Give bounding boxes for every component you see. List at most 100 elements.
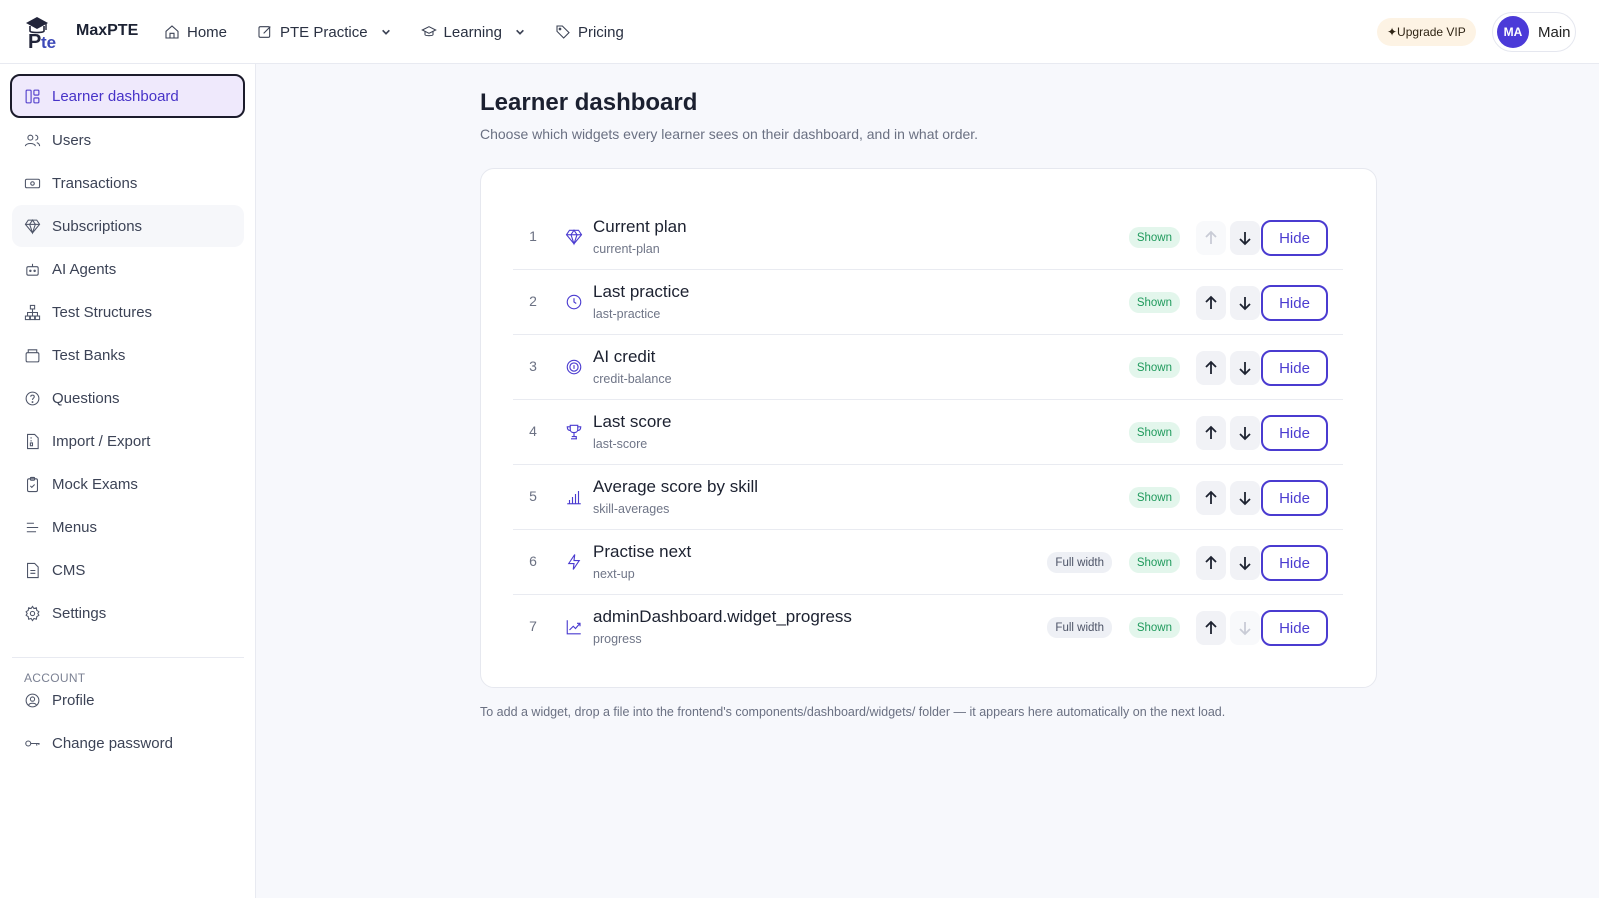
sidebar-item-users[interactable]: Users — [12, 119, 244, 161]
avatar: MA — [1497, 16, 1529, 48]
sidebar-item-label: Import / Export — [52, 432, 151, 450]
arrow-down-icon — [1239, 297, 1251, 311]
move-down-button[interactable] — [1230, 416, 1260, 450]
trophy-icon — [565, 423, 583, 441]
hide-button[interactable]: Hide — [1261, 285, 1328, 321]
gem-icon — [24, 218, 41, 235]
clipboard-icon — [27, 476, 38, 492]
maxpte-logo[interactable]: P te — [24, 14, 70, 50]
sidebar-item-questions[interactable]: Questions — [12, 377, 244, 419]
arrow-up-icon — [1205, 620, 1217, 634]
hide-button[interactable]: Hide — [1261, 480, 1328, 516]
nav-home-label: Home — [187, 23, 228, 41]
sidebar-item-mock-exams[interactable]: Mock Exams — [12, 463, 244, 505]
tag-icon — [556, 25, 570, 39]
file-archive-icon — [27, 433, 39, 449]
widget-row: 4 Last score last-score Shown Hide — [513, 400, 1343, 465]
widget-key: last-score — [593, 437, 648, 451]
key-icon — [25, 739, 40, 747]
trending-up-icon — [565, 618, 583, 636]
move-up-button[interactable] — [1196, 546, 1226, 580]
widget-title: AI credit — [593, 347, 656, 366]
hide-button[interactable]: Hide — [1261, 610, 1328, 646]
move-down-button[interactable] — [1230, 286, 1260, 320]
move-up-button[interactable] — [1196, 351, 1226, 385]
move-down-button[interactable] — [1230, 221, 1260, 255]
sidebar-item-label: Learner dashboard — [52, 87, 179, 105]
arrow-up-icon — [1205, 360, 1217, 374]
sidebar-item-learner-dashboard[interactable]: Learner dashboard — [10, 74, 245, 118]
move-down-button[interactable] — [1230, 481, 1260, 515]
sidebar-item-label: Users — [52, 131, 92, 149]
widget-row: 7 adminDashboard.widget_progress progres… — [513, 595, 1343, 660]
hide-button[interactable]: Hide — [1261, 350, 1328, 386]
sidebar-item-transactions[interactable]: Transactions — [12, 162, 244, 204]
nav-learning[interactable]: Learning — [420, 23, 525, 41]
nav-pricing-label: Pricing — [577, 23, 624, 41]
move-down-button[interactable] — [1230, 351, 1260, 385]
nav-home[interactable]: Home — [164, 24, 227, 41]
nav-pte-practice[interactable]: PTE Practice — [257, 24, 391, 41]
menu-icon — [26, 522, 39, 532]
move-up-button[interactable] — [1196, 416, 1226, 450]
sidebar-item-label: Mock Exams — [52, 475, 138, 493]
sidebar-item-test-structures[interactable]: Test Structures — [12, 291, 244, 333]
sidebar-item-settings[interactable]: Settings — [12, 592, 244, 634]
full-width-badge: Full width — [1047, 552, 1112, 573]
sidebar-item-label: Test Structures — [52, 303, 153, 321]
edit-icon — [258, 26, 271, 38]
page-subtitle: Choose which widgets every learner sees … — [480, 126, 979, 142]
sidebar-item-change-password[interactable]: Change password — [12, 722, 244, 764]
move-down-button[interactable] — [1230, 546, 1260, 580]
sidebar-item-label: Change password — [52, 734, 173, 752]
widget-order-number: 4 — [529, 423, 537, 439]
bar-chart-icon — [565, 488, 583, 506]
sidebar-item-subscriptions[interactable]: Subscriptions — [12, 205, 244, 247]
nav-pricing[interactable]: Pricing — [555, 24, 624, 41]
move-up-button[interactable] — [1196, 611, 1226, 645]
sidebar-item-menus[interactable]: Menus — [12, 506, 244, 548]
widget-order-number: 3 — [529, 358, 537, 374]
user-menu[interactable]: MA Main — [1492, 12, 1576, 52]
widget-order-number: 1 — [529, 228, 537, 244]
move-up-button[interactable] — [1196, 286, 1226, 320]
hide-button[interactable]: Hide — [1261, 415, 1328, 451]
arrow-up-icon — [1205, 555, 1217, 569]
sidebar-item-import-export[interactable]: Import / Export — [12, 420, 244, 462]
widget-title: Current plan — [593, 217, 687, 236]
sidebar-item-label: CMS — [52, 561, 86, 579]
upgrade-vip-button[interactable]: ✦Upgrade VIP — [1377, 18, 1476, 46]
widget-order-number: 2 — [529, 293, 537, 309]
arrow-down-icon — [1239, 362, 1251, 376]
svg-text:te: te — [41, 33, 56, 50]
arrow-down-icon — [1239, 492, 1251, 506]
sidebar-item-test-banks[interactable]: Test Banks — [12, 334, 244, 376]
status-badge: Shown — [1128, 617, 1180, 638]
widget-title: Practise next — [593, 542, 692, 561]
status-badge: Shown — [1128, 357, 1180, 378]
widget-order-number: 6 — [529, 553, 537, 569]
hide-button[interactable]: Hide — [1261, 220, 1328, 256]
sidebar-item-profile[interactable]: Profile — [12, 679, 244, 721]
graduation-cap-icon — [420, 26, 437, 37]
move-up-button[interactable] — [1196, 221, 1226, 255]
nav-learning-label: Learning — [443, 23, 502, 41]
file-text-icon — [27, 562, 39, 578]
chevron-down-icon — [381, 29, 390, 35]
help-circle-icon — [25, 391, 40, 405]
arrow-up-icon — [1205, 490, 1217, 504]
sidebar-item-cms[interactable]: CMS — [12, 549, 244, 591]
arrow-up-icon — [1205, 230, 1217, 244]
sidebar-divider — [12, 657, 244, 658]
user-circle-icon — [25, 693, 40, 707]
top-navbar: P te MaxPTE Home PTE Practice Learning P… — [0, 0, 1599, 64]
brand-name[interactable]: MaxPTE — [76, 22, 138, 40]
bot-icon — [26, 263, 39, 276]
move-up-button[interactable] — [1196, 481, 1226, 515]
sidebar-item-ai-agents[interactable]: AI Agents — [12, 248, 244, 290]
hide-button[interactable]: Hide — [1261, 545, 1328, 581]
status-badge: Shown — [1128, 227, 1180, 248]
arrow-down-icon — [1239, 622, 1251, 636]
arrow-up-icon — [1205, 295, 1217, 309]
move-down-button[interactable] — [1230, 611, 1260, 645]
